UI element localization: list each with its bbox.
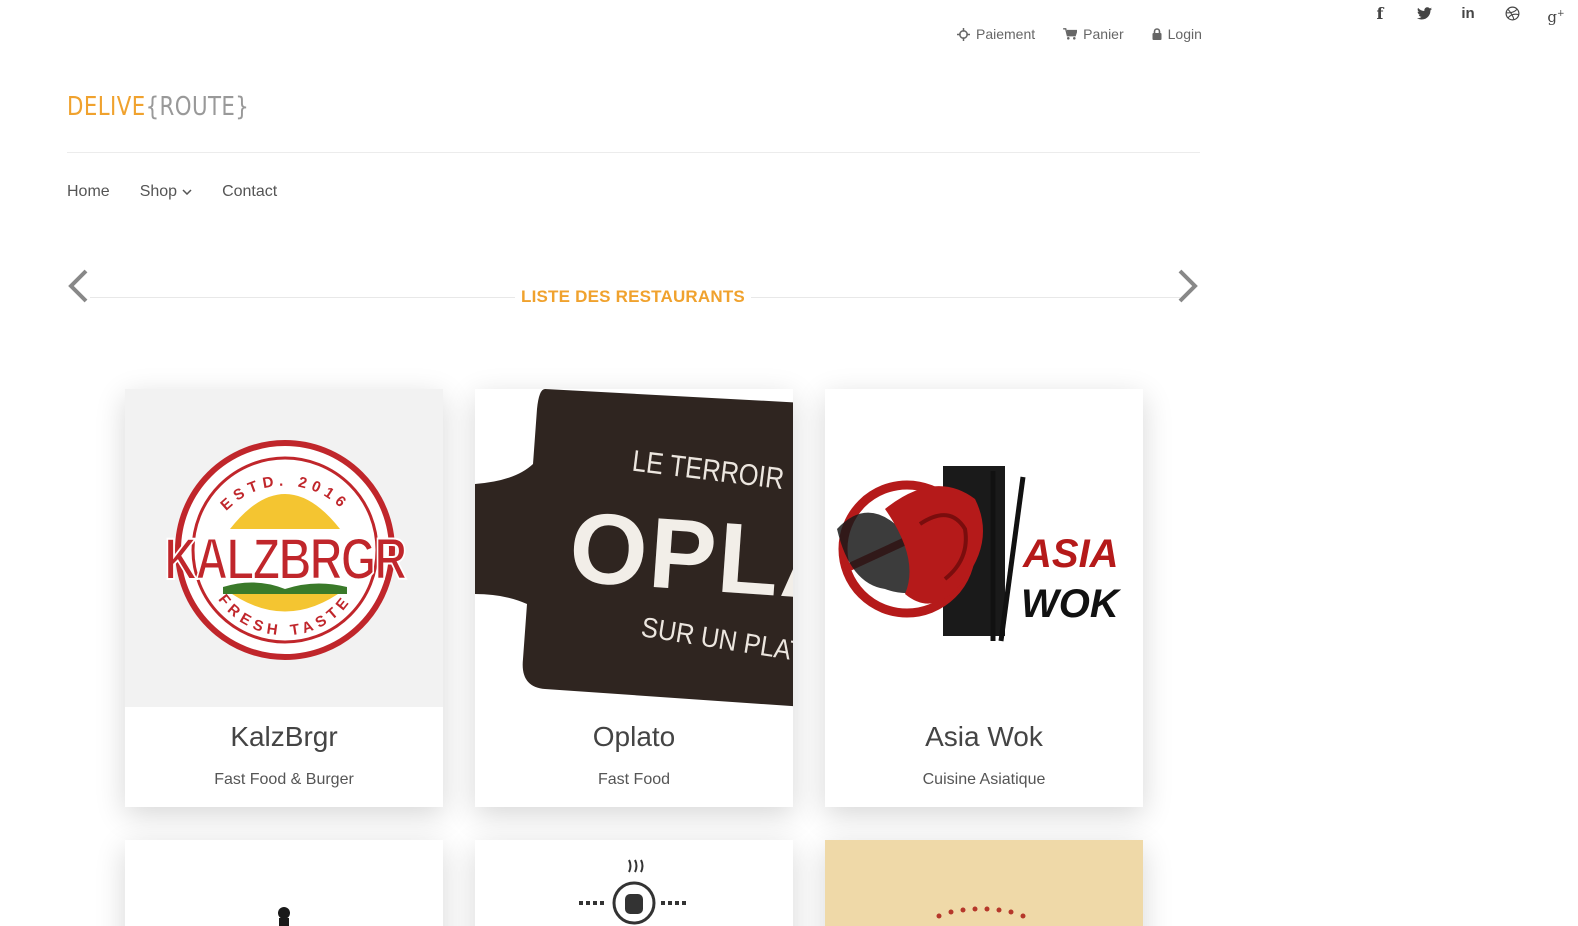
restaurant-logo-asia-wok: ASIA WOK	[825, 389, 1143, 707]
main-nav: Home Shop Contact	[67, 183, 277, 201]
payment-label: Paiement	[976, 26, 1036, 42]
carousel-prev-arrow-icon[interactable]	[66, 268, 90, 304]
restaurant-name[interactable]: Asia Wok	[825, 721, 1143, 753]
twitter-icon[interactable]	[1402, 4, 1446, 24]
restaurant-card-5[interactable]	[475, 840, 793, 926]
payment-link[interactable]: Paiement	[957, 26, 1035, 42]
asia-wok-logo-line2: WOK	[1021, 582, 1122, 626]
restaurant-logo-4	[278, 907, 290, 926]
dribbble-icon[interactable]	[1490, 4, 1534, 24]
kalzbrgr-logo-main-text: KALZBRGR	[164, 528, 406, 593]
section-title: LISTE DES RESTAURANTS	[515, 287, 751, 307]
cart-label: Panier	[1083, 26, 1124, 42]
restaurant-category: Fast Food & Burger	[214, 771, 354, 788]
login-label: Login	[1167, 26, 1202, 42]
top-links: Paiement Panier Login	[957, 26, 1202, 42]
restaurant-name[interactable]: Oplato	[475, 721, 793, 753]
google-plus-icon[interactable]: g+	[1534, 4, 1578, 26]
nav-shop[interactable]: Shop	[140, 183, 192, 201]
crosshair-icon	[957, 27, 970, 41]
logo-part-1: DELIVE	[67, 92, 146, 122]
restaurant-logo-kalzbrgr: ESTD. 2016 FRESH TASTE KALZBRGR	[125, 389, 443, 707]
restaurant-card-kalzbrgr[interactable]: ESTD. 2016 FRESH TASTE KALZBRGR KalzBrgr…	[125, 389, 443, 807]
nav-home[interactable]: Home	[67, 183, 110, 201]
restaurant-logo-oplato: LE TERROIR OPLAT SUR UN PLATO	[475, 389, 793, 707]
restaurant-category: Cuisine Asiatique	[922, 771, 1046, 788]
logo-part-2: {ROUTE}	[145, 92, 250, 122]
carousel-next-arrow-icon[interactable]	[1176, 268, 1200, 304]
site-logo[interactable]: DELIVE{ROUTE}	[67, 92, 249, 122]
linkedin-icon[interactable]: in	[1446, 4, 1490, 24]
login-link[interactable]: Login	[1152, 26, 1202, 42]
header-divider	[67, 152, 1200, 153]
facebook-icon[interactable]: f	[1358, 4, 1402, 24]
restaurant-logo-5	[579, 859, 689, 925]
social-icons: f in g+	[1358, 4, 1578, 26]
restaurant-card-oplato[interactable]: LE TERROIR OPLAT SUR UN PLATO Oplato Fas…	[475, 389, 793, 807]
asia-wok-logo-line1: ASIA	[1022, 532, 1119, 576]
restaurant-card-6[interactable]	[825, 840, 1143, 926]
restaurant-name[interactable]: KalzBrgr	[125, 721, 443, 753]
nav-shop-label: Shop	[139, 183, 178, 200]
cart-icon	[1063, 28, 1078, 40]
nav-contact[interactable]: Contact	[222, 183, 277, 201]
lock-icon	[1152, 28, 1162, 40]
restaurant-card-4[interactable]	[125, 840, 443, 926]
chevron-down-icon	[182, 189, 192, 195]
cart-link[interactable]: Panier	[1063, 26, 1124, 42]
restaurant-category: Fast Food	[597, 771, 671, 788]
restaurant-card-asia-wok[interactable]: ASIA WOK Asia Wok Cuisine Asiatique	[825, 389, 1143, 807]
restaurant-logo-6	[936, 906, 1026, 919]
